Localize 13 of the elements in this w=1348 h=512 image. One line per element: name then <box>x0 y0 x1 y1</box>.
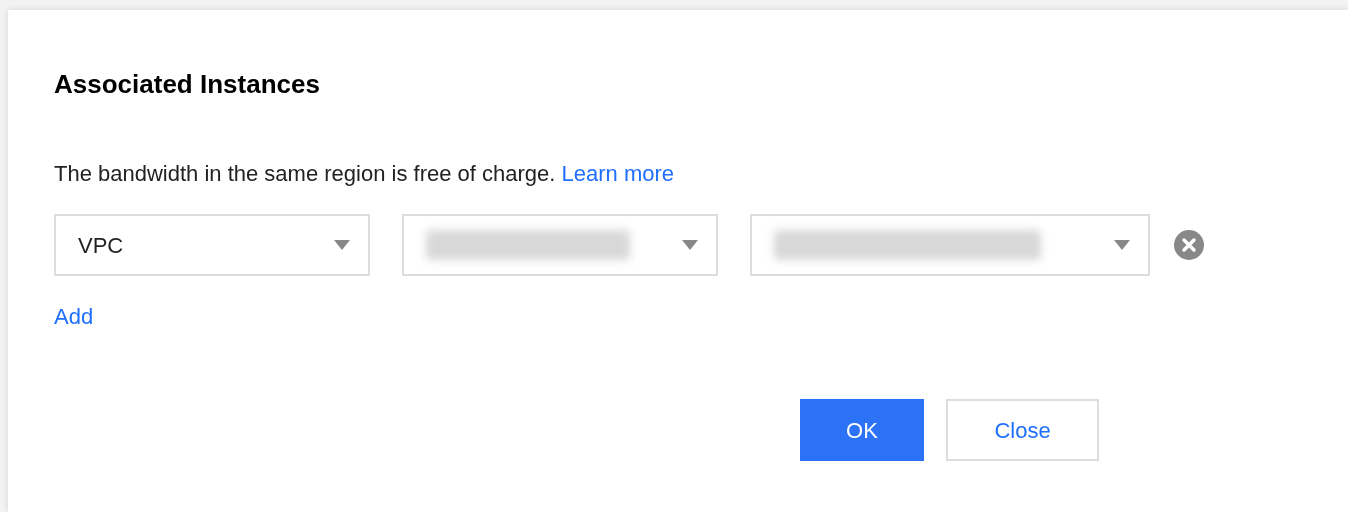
ok-button[interactable]: OK <box>800 399 924 461</box>
dialog-title: Associated Instances <box>54 68 321 100</box>
remove-icon[interactable] <box>1174 230 1204 260</box>
learn-more-link[interactable]: Learn more <box>561 161 675 186</box>
dropdown-select[interactable]: VPC <box>54 214 370 276</box>
caret-icon <box>1114 240 1130 250</box>
caret-icon <box>682 240 698 250</box>
info-text: The bandwidth in the same region is free of charge. Learn more <box>54 160 676 188</box>
dropdown-select[interactable] <box>750 214 1150 276</box>
dropdown-select[interactable] <box>402 214 718 276</box>
caret-icon <box>334 240 350 250</box>
add-link[interactable]: Add <box>54 300 94 333</box>
close-button[interactable]: Close <box>946 399 1099 461</box>
